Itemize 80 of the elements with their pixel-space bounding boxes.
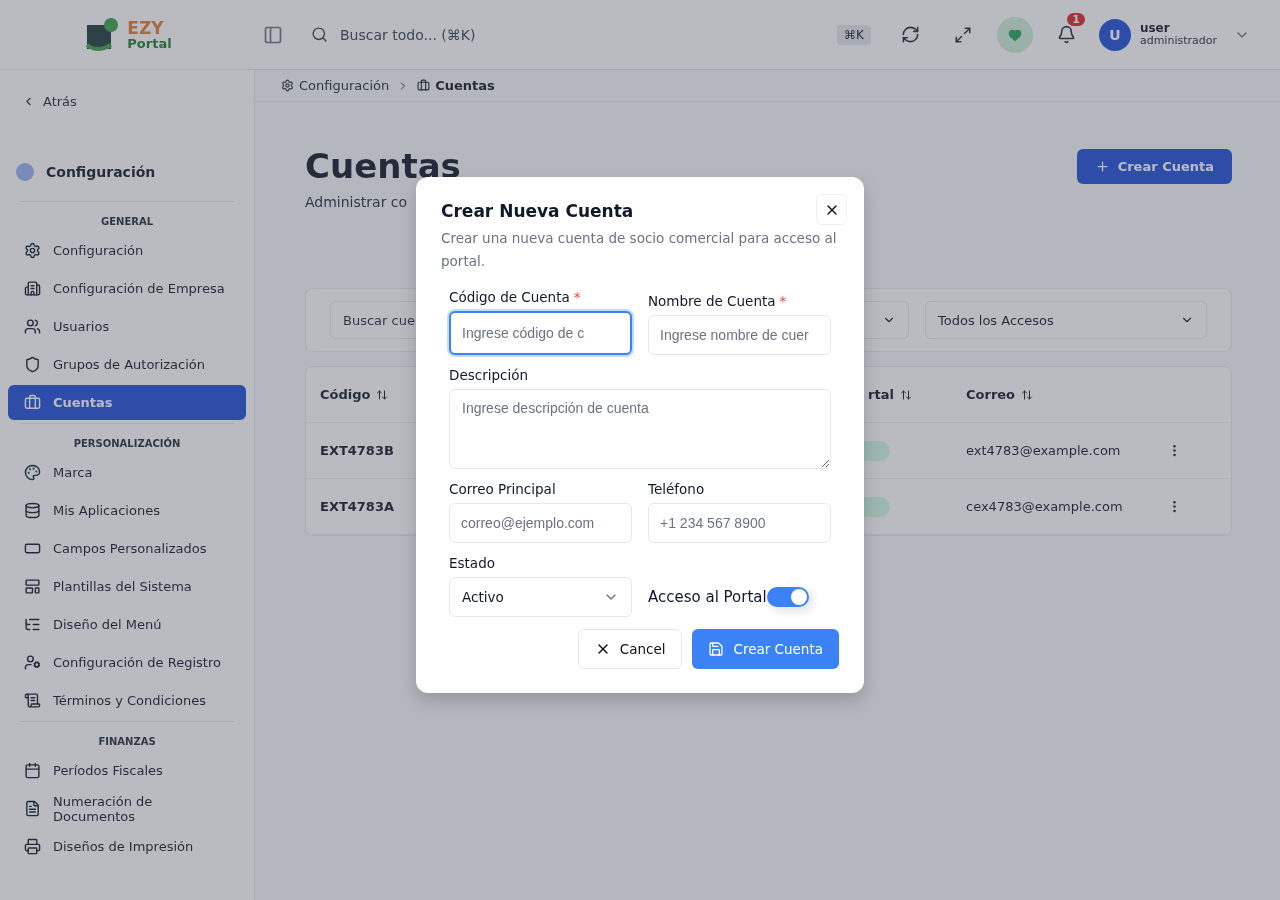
field-label: Código de Cuenta * [449,289,582,305]
sidebar-item[interactable]: Diseños de Impresión [8,829,246,864]
sidebar-item[interactable]: Configuración [8,233,246,268]
search-icon [311,26,328,43]
sidebar-title: Configuración [46,164,156,180]
create-button[interactable]: Crear Cuenta [1076,149,1232,184]
section-heading: PERSONALIZACIÓN [73,438,181,449]
briefcase-icon [417,79,431,92]
user-name: user [1139,21,1171,36]
search-placeholder[interactable]: Buscar todo... (⌘K) [340,26,826,43]
logo-text: EZY [127,19,165,37]
section-heading: FINANZAS [98,736,156,747]
users-icon [24,318,41,335]
breadcrumb-item[interactable]: Cuentas [417,78,495,93]
user-avatar[interactable]: U [1098,18,1131,51]
cancel-button[interactable]: Cancel [577,629,683,669]
calendar-icon [24,762,41,779]
gear-icon [24,242,41,259]
column-header[interactable]: rtal [850,387,960,402]
sidebar-item[interactable]: Plantillas del Sistema [8,569,246,604]
sidebar-item[interactable]: Términos y Condiciones [8,683,246,718]
database-icon [24,502,41,519]
section-heading: GENERAL [100,216,154,227]
sidebar-item[interactable]: Configuración de Empresa [8,271,246,306]
shield-icon [24,356,41,373]
save-icon [708,641,725,657]
sidebar-item[interactable]: Marca [8,455,246,490]
shortcut-hint: ⌘K [837,24,871,45]
sort-icon [899,388,912,401]
submit-button[interactable]: Crear Cuenta [692,629,839,669]
sort-icon [1021,388,1034,401]
building-icon [24,280,41,297]
status-select[interactable]: Activo [449,577,632,617]
page-subtitle: Administrar co [305,194,409,210]
user-role: administrador [1139,35,1217,48]
filter-select[interactable]: Todos los Accesos [925,301,1207,339]
sort-icon [376,388,389,401]
sidebar-item[interactable]: Campos Personalizados [8,531,246,566]
field-label: Nombre de Cuenta * [648,293,788,309]
sidebar-item[interactable]: Cuentas [8,385,246,420]
section-icon [16,163,34,181]
toggle-switch[interactable] [766,587,809,607]
table-cell-text: EXT4783B [320,443,395,458]
field-label: Correo Principal [449,481,557,497]
close-button[interactable] [816,194,847,225]
sidebar-item[interactable]: Mis Aplicaciones [8,493,246,528]
field-label: Estado [449,555,496,571]
page-title: Cuentas [305,146,461,186]
bell-icon[interactable] [1057,25,1077,44]
table-cell-text: EXT4783A [320,499,395,514]
template-icon [24,578,41,595]
sidebar-item[interactable]: Usuarios [8,309,246,344]
plus-icon [1094,159,1110,174]
description-field[interactable]: Ingrese descripción de cuenta [449,389,831,469]
column-header[interactable]: Correo [960,387,1167,402]
sidebar-item[interactable]: Configuración de Registro [8,645,246,680]
sidebar-item[interactable]: Numeración de Documentos [8,791,246,826]
briefcase-icon [24,394,41,411]
field-label: Teléfono [648,481,706,497]
document-icon [24,800,41,817]
field-label: Descripción [449,367,530,383]
user-gear-icon [24,654,41,671]
dialog-description: Crear una nueva cuenta de socio comercial para acceso al portal. [441,229,838,271]
logo-text: Portal [127,36,172,50]
sidebar-item[interactable]: Grupos de Autorización [8,347,246,382]
notification-count: 1 [1067,12,1085,26]
text-field[interactable]: Ingrese código de c [449,311,632,355]
dialog-title: Crear Nueva Cuenta [441,201,634,221]
palette-icon [24,464,41,481]
scroll-icon [24,692,41,709]
field-label: Acceso al Portal [648,588,767,606]
back-link[interactable]: Atrás [8,88,246,115]
printer-icon [24,838,41,855]
table-cell-text: cex4783@example.com [965,499,1124,514]
table-cell-text: ext4783@example.com [965,443,1122,458]
sidebar-item[interactable]: Diseño del Menú [8,607,246,642]
breadcrumb-item[interactable]: Configuración [281,78,390,93]
gear-icon [281,79,294,92]
list-icon [24,616,41,633]
sidebar-item[interactable]: Períodos Fiscales [8,753,246,788]
